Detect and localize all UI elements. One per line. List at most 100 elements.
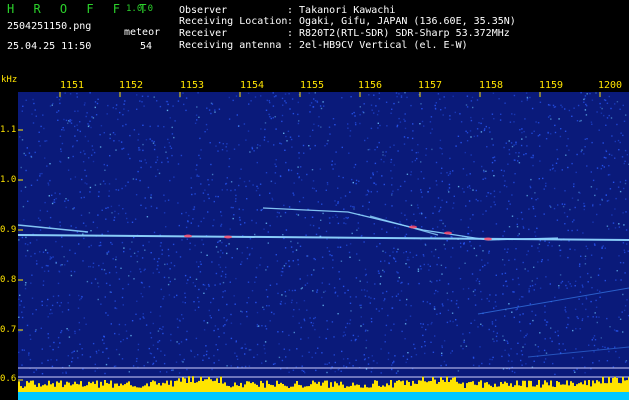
noise-pixel xyxy=(465,205,467,207)
noise-pixel xyxy=(186,330,188,333)
noise-pixel xyxy=(522,346,524,348)
noise-pixel xyxy=(593,344,596,347)
noise-pixel xyxy=(603,114,605,117)
y-tick: 1.0 xyxy=(0,175,17,185)
noise-pixel xyxy=(283,265,286,267)
noise-pixel xyxy=(81,354,84,356)
power-bar xyxy=(512,386,514,392)
power-bar xyxy=(110,380,112,392)
power-bar xyxy=(482,387,484,392)
noise-pixel xyxy=(130,255,132,258)
noise-pixel xyxy=(552,362,554,365)
noise-pixel xyxy=(60,331,62,334)
noise-pixel xyxy=(288,334,290,336)
noise-pixel xyxy=(520,359,522,362)
noise-pixel xyxy=(585,103,587,106)
noise-pixel xyxy=(140,166,142,169)
noise-pixel xyxy=(399,185,402,187)
power-bar xyxy=(254,383,256,392)
noise-pixel xyxy=(396,271,398,273)
noise-pixel xyxy=(343,217,345,220)
noise-pixel xyxy=(410,190,413,192)
noise-pixel xyxy=(469,187,471,189)
noise-pixel xyxy=(404,92,406,94)
noise-pixel xyxy=(50,257,53,259)
noise-pixel xyxy=(346,217,349,220)
noise-pixel xyxy=(103,269,106,271)
noise-pixel xyxy=(367,149,369,151)
noise-pixel xyxy=(246,198,248,200)
noise-pixel xyxy=(539,332,541,334)
noise-pixel xyxy=(367,208,370,210)
noise-pixel xyxy=(395,92,398,94)
power-bar xyxy=(284,385,286,392)
noise-pixel xyxy=(291,146,293,148)
noise-pixel xyxy=(574,249,576,251)
noise-pixel xyxy=(264,325,267,327)
noise-pixel xyxy=(436,263,438,266)
noise-pixel xyxy=(414,220,417,222)
noise-pixel xyxy=(561,280,564,283)
noise-pixel xyxy=(579,276,582,278)
noise-pixel xyxy=(39,251,41,253)
noise-pixel xyxy=(511,215,514,217)
noise-pixel xyxy=(281,294,283,296)
power-bar xyxy=(420,380,422,392)
noise-pixel xyxy=(205,123,208,126)
noise-pixel xyxy=(552,167,554,169)
power-bar xyxy=(426,382,428,392)
noise-pixel xyxy=(492,157,494,159)
noise-pixel xyxy=(267,242,269,244)
noise-pixel xyxy=(104,372,106,375)
noise-pixel xyxy=(495,274,497,276)
noise-pixel xyxy=(534,192,536,194)
noise-pixel xyxy=(241,311,243,313)
power-bar xyxy=(610,382,612,392)
noise-pixel xyxy=(487,192,490,194)
noise-pixel xyxy=(123,250,125,253)
noise-pixel xyxy=(460,345,462,347)
noise-pixel xyxy=(97,286,100,288)
power-bar xyxy=(244,384,246,392)
noise-pixel xyxy=(381,307,383,310)
noise-pixel xyxy=(24,287,27,290)
noise-pixel xyxy=(159,315,161,317)
noise-pixel xyxy=(463,339,465,341)
noise-pixel xyxy=(603,156,606,159)
noise-pixel xyxy=(425,148,428,150)
power-bar xyxy=(226,385,228,392)
noise-pixel xyxy=(286,140,288,142)
noise-pixel xyxy=(76,350,78,352)
noise-pixel xyxy=(82,260,84,262)
noise-pixel xyxy=(459,278,462,280)
power-bar xyxy=(24,386,26,392)
noise-pixel xyxy=(486,146,488,148)
power-bar xyxy=(462,382,464,392)
noise-pixel xyxy=(190,222,192,224)
noise-pixel xyxy=(579,192,581,194)
noise-pixel xyxy=(274,163,276,165)
noise-pixel xyxy=(614,208,616,210)
spectrogram xyxy=(18,92,629,400)
power-bar xyxy=(116,383,118,392)
noise-pixel xyxy=(132,365,135,367)
noise-pixel xyxy=(430,323,432,325)
noise-pixel xyxy=(592,221,594,223)
noise-pixel xyxy=(532,155,534,157)
noise-pixel xyxy=(558,343,560,345)
noise-pixel xyxy=(558,287,560,289)
noise-pixel xyxy=(359,114,361,116)
noise-pixel xyxy=(126,337,128,340)
noise-pixel xyxy=(492,330,495,333)
noise-pixel xyxy=(257,144,259,146)
noise-pixel xyxy=(519,330,522,332)
noise-pixel xyxy=(297,259,299,261)
noise-pixel xyxy=(424,216,427,219)
noise-pixel xyxy=(117,213,120,215)
noise-pixel xyxy=(505,339,507,342)
noise-pixel xyxy=(335,214,337,216)
noise-pixel xyxy=(401,330,403,333)
noise-pixel xyxy=(23,219,25,221)
noise-pixel xyxy=(79,343,81,345)
noise-pixel xyxy=(86,280,89,283)
